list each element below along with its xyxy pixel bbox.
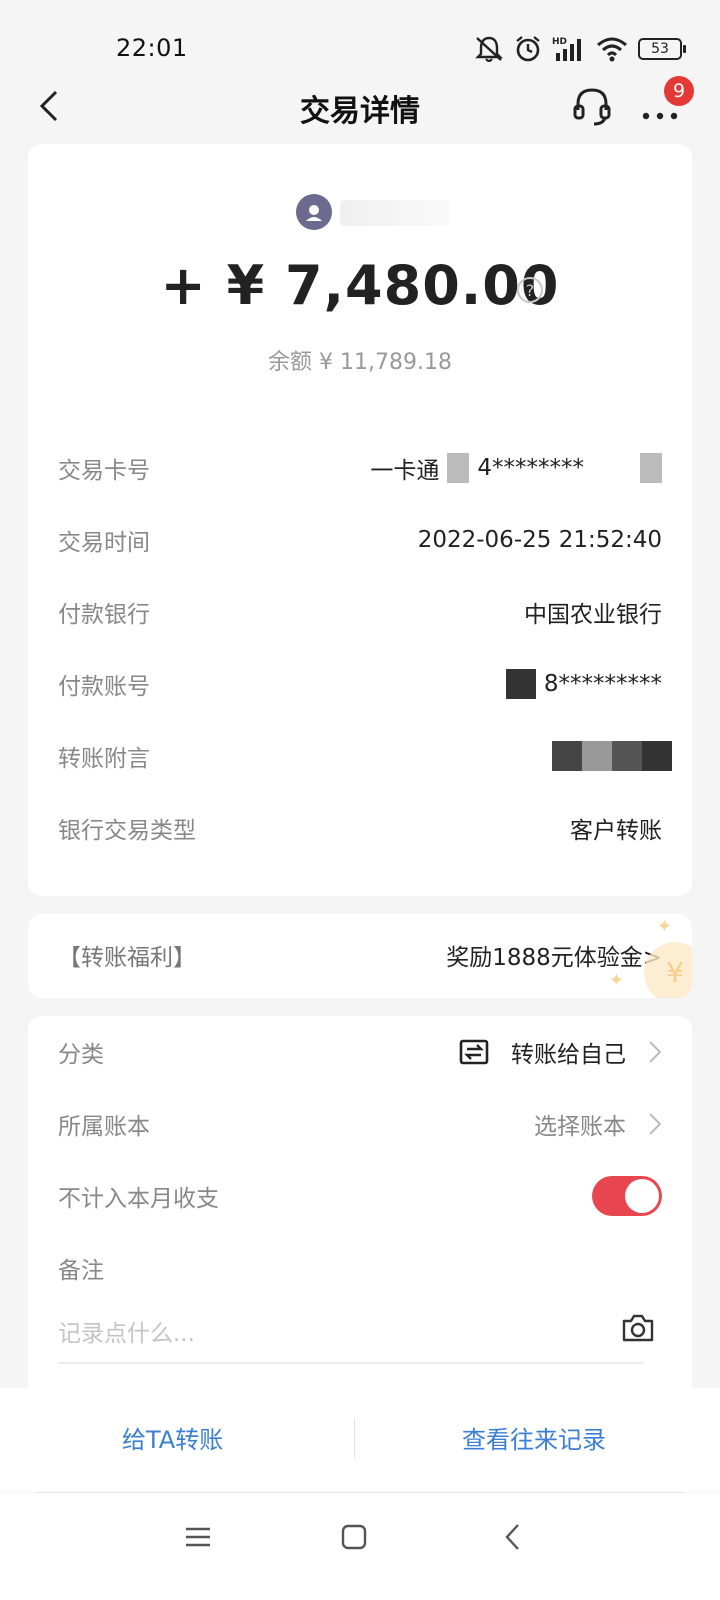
alarm-icon [516,36,540,62]
category-value: 转账给自己 [459,1035,662,1069]
wifi-icon [597,37,627,62]
detail-label: 付款银行 [58,602,150,628]
detail-row-bank: 付款银行 中国农业银行 [58,592,662,632]
home-icon[interactable] [338,1521,370,1553]
sparkle-icon: ✦ [608,970,624,991]
card-type: 一卡通 [370,458,440,484]
masked-digits [640,453,662,483]
note-underline [58,1362,644,1364]
chevron-right-icon [649,1113,662,1135]
detail-label: 交易卡号 [58,458,150,484]
card-number-suffix: 4******** [477,455,584,481]
category-text: 转账给自己 [511,1042,626,1068]
category-row[interactable]: 分类 转账给自己 [58,1032,662,1072]
detail-label: 转账附言 [58,746,150,772]
detail-value: 客户转账 [570,818,662,844]
signal-icon: HD [552,37,581,61]
divider [354,1418,355,1458]
ledger-row[interactable]: 所属账本 选择账本 [58,1104,662,1144]
mute-icon [475,36,503,63]
detail-row-time: 交易时间 2022-06-25 21:52:40 [58,520,662,560]
transfer-to-them-button[interactable]: 给TA转账 [122,1420,223,1455]
camera-icon[interactable] [620,1312,656,1344]
balance-text: 余额 ¥ 11,789.18 [268,350,452,375]
ledger-label: 所属账本 [58,1114,150,1140]
sparkle-icon: ✦ [656,916,672,937]
benefit-link[interactable]: 奖励1888元体验金> [446,938,662,972]
benefit-banner[interactable]: 【转账福利】 奖励1888元体验金> ¥ ✦ ✦ [28,914,692,998]
detail-label: 银行交易类型 [58,818,196,844]
detail-row-memo: 转账附言 [58,736,672,776]
status-time: 22:01 [116,34,188,62]
note-row: 备注 [58,1248,662,1288]
status-icons: HD 53 [474,34,686,64]
svg-text:?: ? [526,281,535,300]
detail-row-card: 交易卡号 一卡通 4******** [58,448,662,488]
ledger-text: 选择账本 [534,1114,626,1140]
masked-digits [447,453,470,483]
detail-label: 交易时间 [58,530,150,556]
detail-value: 8********* [505,669,662,699]
settings-card: 分类 转账给自己 所属账本 选择账本 不计入本月收支 备注 记录点什么... [28,1016,692,1420]
chevron-right-icon [649,1041,662,1063]
action-bar: 给TA转账 查看往来记录 [0,1388,720,1492]
account-number-masked: 8********* [543,671,662,697]
note-input[interactable]: 记录点什么... [58,1314,195,1348]
avatar [296,194,332,230]
benefit-label: 【转账福利】 [58,945,196,971]
exclude-toggle[interactable] [592,1176,662,1216]
help-icon[interactable]: ? [516,276,544,304]
detail-label: 付款账号 [58,674,150,700]
memo-masked [552,741,672,771]
svg-text:HD: HD [552,37,567,47]
detail-row-account: 付款账号 8********* [58,664,662,704]
detail-value: 中国农业银行 [524,602,662,628]
ledger-value: 选择账本 [534,1107,662,1141]
category-label: 分类 [58,1042,104,1068]
counterparty-name-masked [340,200,450,226]
battery-icon: 53 [638,38,686,60]
exclude-row: 不计入本月收支 [58,1176,662,1216]
system-nav-bar [0,1493,720,1600]
notification-badge: 9 [664,76,694,106]
back-nav-icon[interactable] [498,1521,530,1553]
menu-icon[interactable] [182,1521,214,1553]
headset-icon[interactable] [570,84,614,128]
note-label: 备注 [58,1258,104,1284]
masked-digits [505,669,536,699]
view-history-button[interactable]: 查看往来记录 [462,1420,606,1455]
nav-bar: 交易详情 9 [0,70,720,146]
detail-value: 2022-06-25 21:52:40 [417,527,662,553]
detail-row-type: 银行交易类型 客户转账 [58,808,662,848]
detail-value: 一卡通 4******** [370,451,662,485]
transfer-icon [459,1039,489,1065]
transaction-amount: + ¥ 7,480.00 [160,254,560,317]
detail-value [544,741,672,771]
transaction-card: + ¥ 7,480.00 ? 余额 ¥ 11,789.18 交易卡号 一卡通 4… [28,144,692,896]
exclude-label: 不计入本月收支 [58,1186,219,1212]
user-icon [306,205,322,221]
